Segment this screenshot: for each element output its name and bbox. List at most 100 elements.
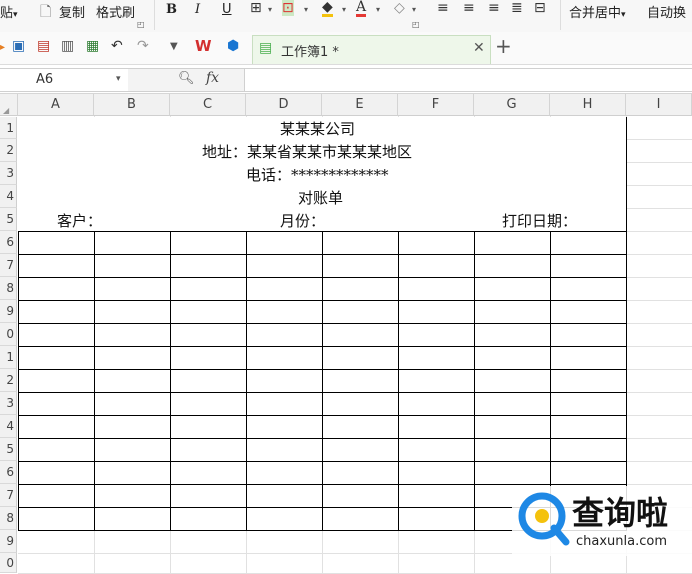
row-header[interactable]: 3 xyxy=(0,392,17,415)
row-header[interactable]: 8 xyxy=(0,277,17,300)
row-header[interactable]: 9 xyxy=(0,530,17,553)
font-launcher-icon[interactable]: ◰ xyxy=(412,20,420,29)
menu-caret-icon[interactable]: ▸ xyxy=(0,42,5,53)
border-icon[interactable]: ⊞ xyxy=(250,0,262,16)
copy-icon: 🗋 xyxy=(40,4,52,20)
quick-access-bar: ▸ ▣ ▤ ▥ ▦ ↶ ↷ ▼ W ⬢ ▤ 工作簿1 * ✕ xyxy=(0,32,692,65)
merge-center-button[interactable]: 合并居中▾ xyxy=(569,2,626,21)
formula-input[interactable] xyxy=(244,68,692,92)
month-label: 月份： xyxy=(280,212,326,230)
select-all-corner[interactable]: ◢ xyxy=(0,94,18,116)
bold-button[interactable]: B xyxy=(166,2,177,17)
wps-logo-icon[interactable]: W xyxy=(195,37,212,55)
table-border xyxy=(18,484,627,485)
row-header[interactable]: 6 xyxy=(0,461,17,484)
row-header[interactable]: 5 xyxy=(0,208,17,231)
table-border xyxy=(18,369,627,370)
fx-icon[interactable]: fx xyxy=(206,70,219,86)
row-header[interactable]: 2 xyxy=(0,369,17,392)
row-header[interactable]: 1 xyxy=(0,117,17,139)
border-caret-icon[interactable]: ▾ xyxy=(268,5,272,14)
column-header-B[interactable]: B xyxy=(94,94,170,116)
fill-highlight-icon[interactable]: ⊡ xyxy=(282,0,294,16)
undo-icon[interactable]: ↶ xyxy=(111,38,123,54)
row-header[interactable]: 2 xyxy=(0,139,17,162)
row-header[interactable]: 8 xyxy=(0,507,17,530)
tab-close-icon[interactable]: ✕ xyxy=(473,40,485,56)
ribbon-divider xyxy=(560,0,561,30)
formula-bar: A6 ▾ 🔍︎ fx xyxy=(0,65,692,94)
redo-icon[interactable]: ↷ xyxy=(137,38,149,54)
fill-caret-icon[interactable]: ▾ xyxy=(304,5,308,14)
row-header[interactable]: 4 xyxy=(0,185,17,208)
print-preview-icon[interactable]: ▦ xyxy=(86,38,99,54)
align-right-icon[interactable]: ≡ xyxy=(488,0,500,16)
company-name: 某某某公司 xyxy=(280,120,356,138)
company-phone: 电话：************* xyxy=(246,166,389,184)
row-header[interactable]: 7 xyxy=(0,254,17,277)
table-border xyxy=(18,392,627,393)
tab-workbook1[interactable]: ▤ 工作簿1 * ✕ xyxy=(252,35,491,64)
table-border xyxy=(18,346,627,347)
zoom-search-icon[interactable]: 🔍︎ xyxy=(178,71,195,86)
format-painter-button[interactable]: 格式刷 xyxy=(96,2,135,21)
print-icon[interactable]: ▥ xyxy=(61,38,74,54)
table-border xyxy=(18,461,627,462)
row-header[interactable]: 0 xyxy=(0,323,17,346)
table-border xyxy=(18,415,627,416)
watermark-text: 查询啦 xyxy=(572,494,669,532)
new-tab-plus-icon[interactable]: + xyxy=(495,34,512,58)
clipboard-launcher-icon[interactable]: ◰ xyxy=(137,20,145,29)
font-color-caret-icon[interactable]: ▾ xyxy=(376,5,380,14)
ribbon-toolbar: 贴▾ 🗋 复制 格式刷 ◰ B I U ⊞ ▾ ⊡ ▾ ◆ ▾ A ▾ ◇ ▾ … xyxy=(0,0,692,33)
column-header-G[interactable]: G xyxy=(474,94,550,116)
align-center-icon[interactable]: ≡ xyxy=(463,0,475,16)
justify-icon[interactable]: ≣ xyxy=(511,0,523,16)
underline-button[interactable]: U xyxy=(222,2,232,17)
spreadsheet-grid[interactable]: ◢ A B C D E F G H I 12345678901234567890 某某某公司 地址… xyxy=(0,94,692,574)
paste-button[interactable]: 贴▾ xyxy=(0,2,18,21)
column-header-A[interactable]: A xyxy=(18,94,94,116)
tab-label: 工作簿1 * xyxy=(281,45,339,60)
column-header-C[interactable]: C xyxy=(170,94,246,116)
italic-button[interactable]: I xyxy=(195,2,200,17)
watermark: 查询啦 chaxunla.com xyxy=(512,486,692,556)
workbook-file-icon: ▤ xyxy=(259,40,273,56)
clear-format-icon[interactable]: ◇ xyxy=(394,0,405,16)
fill-color-icon[interactable]: ◆ xyxy=(322,0,333,17)
table-border xyxy=(398,231,399,531)
column-header-I[interactable]: I xyxy=(626,94,692,116)
copy-button[interactable]: 复制 xyxy=(59,2,85,21)
row-header[interactable]: 9 xyxy=(0,300,17,323)
column-header-H[interactable]: H xyxy=(550,94,626,116)
auto-wrap-button[interactable]: 自动换 xyxy=(647,2,686,21)
align-left-icon[interactable]: ≡ xyxy=(437,0,449,16)
distributed-icon[interactable]: ⊟ xyxy=(534,0,546,16)
name-box[interactable]: A6 ▾ xyxy=(0,68,129,92)
table-border xyxy=(322,231,323,531)
column-header-F[interactable]: F xyxy=(398,94,474,116)
row-header[interactable]: 3 xyxy=(0,162,17,185)
save-icon[interactable]: ▣ xyxy=(12,38,25,54)
row-header[interactable]: 0 xyxy=(0,553,17,573)
row-header[interactable]: 1 xyxy=(0,346,17,369)
table-border xyxy=(18,323,627,324)
row-header[interactable]: 4 xyxy=(0,415,17,438)
column-header-E[interactable]: E xyxy=(322,94,398,116)
table-border xyxy=(18,231,627,232)
column-header-D[interactable]: D xyxy=(246,94,322,116)
row-header[interactable]: 5 xyxy=(0,438,17,461)
formula-tools: 🔍︎ fx xyxy=(128,68,244,92)
table-border xyxy=(18,300,627,301)
fill-color-caret-icon[interactable]: ▾ xyxy=(342,5,346,14)
export-pdf-icon[interactable]: ▤ xyxy=(37,38,50,54)
row-header[interactable]: 6 xyxy=(0,231,17,254)
table-border xyxy=(18,231,19,531)
clear-caret-icon[interactable]: ▾ xyxy=(412,5,416,14)
font-color-icon[interactable]: A xyxy=(356,0,367,17)
cloud-cube-icon[interactable]: ⬢ xyxy=(227,38,239,54)
statement-title: 对账单 xyxy=(298,189,344,207)
row-header[interactable]: 7 xyxy=(0,484,17,507)
customize-caret-icon[interactable]: ▼ xyxy=(170,41,178,52)
name-box-caret-icon[interactable]: ▾ xyxy=(116,74,121,84)
